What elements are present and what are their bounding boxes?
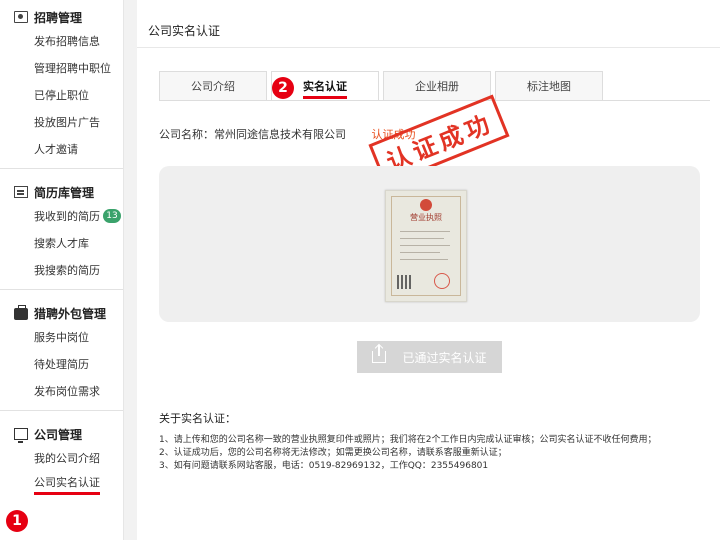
verified-button[interactable]: 已通过实名认证 bbox=[357, 341, 502, 373]
tab-company-intro[interactable]: 公司介绍 bbox=[159, 71, 267, 101]
license-text-line bbox=[400, 245, 450, 246]
monitor-icon bbox=[14, 428, 28, 443]
sidebar-section-resume: 简历库管理 我收到的简历 13 搜索人才库 我搜索的简历 bbox=[0, 169, 123, 290]
sidebar-item-manage-jobs[interactable]: 管理招聘中职位 bbox=[0, 54, 123, 81]
user-card-icon bbox=[14, 11, 28, 23]
tab-label: 实名认证 bbox=[303, 80, 347, 99]
sidebar-section-company: 公司管理 我的公司介绍 公司实名认证 bbox=[0, 411, 123, 504]
about-list: 1、请上传和您的公司名称一致的营业执照复印件或照片；我们将在2个工作日内完成认证… bbox=[159, 434, 656, 473]
license-text-line bbox=[400, 231, 450, 232]
sidebar-item-label: 发布招聘信息 bbox=[34, 34, 100, 48]
sidebar-item-label: 管理招聘中职位 bbox=[34, 61, 111, 75]
count-badge: 13 bbox=[103, 208, 121, 223]
sidebar-section-outsourcing: 猎聘外包管理 服务中岗位 待处理简历 发布岗位需求 bbox=[0, 290, 123, 411]
sidebar-item-pending-resumes[interactable]: 待处理简历 bbox=[0, 350, 123, 377]
tab-divider bbox=[159, 100, 710, 101]
upload-icon bbox=[372, 345, 387, 363]
sidebar-section-title: 公司管理 bbox=[0, 424, 123, 444]
sidebar-item-search-talent[interactable]: 搜索人才库 bbox=[0, 229, 123, 256]
sidebar-item-label: 我的公司介绍 bbox=[34, 451, 100, 465]
sidebar-item-label: 已停止职位 bbox=[34, 88, 89, 102]
sidebar-section-recruit: 招聘管理 发布招聘信息 管理招聘中职位 已停止职位 投放图片广告 人才邀请 bbox=[0, 0, 123, 169]
step-marker-2: 2 bbox=[272, 77, 294, 99]
tab-label: 公司介绍 bbox=[191, 80, 235, 93]
verified-button-label: 已通过实名认证 bbox=[402, 350, 487, 365]
main-panel: 公司实名认证 公司介绍 实名认证 企业相册 标注地图 2 公司名称：常州同途信息… bbox=[137, 0, 720, 540]
sidebar-item-image-ads[interactable]: 投放图片广告 bbox=[0, 108, 123, 135]
license-preview-area: 营业执照 bbox=[159, 166, 700, 322]
sidebar-item-company-intro[interactable]: 我的公司介绍 bbox=[0, 444, 123, 471]
about-line: 3、如有问题请联系网站客服，电话：0519-82969132，工作QQ：2355… bbox=[159, 461, 489, 471]
sidebar-item-stopped-jobs[interactable]: 已停止职位 bbox=[0, 81, 123, 108]
license-text-line bbox=[400, 259, 448, 260]
sidebar-section-title: 简历库管理 bbox=[0, 182, 123, 202]
about-title: 关于实名认证： bbox=[159, 412, 236, 425]
tab-label: 企业相册 bbox=[415, 80, 459, 93]
qr-code-icon bbox=[397, 275, 411, 289]
sidebar-item-received-resumes[interactable]: 我收到的简历 13 bbox=[0, 202, 123, 229]
tab-album[interactable]: 企业相册 bbox=[383, 71, 491, 101]
tab-label: 标注地图 bbox=[527, 80, 571, 93]
sidebar-item-post-demand[interactable]: 发布岗位需求 bbox=[0, 377, 123, 404]
sidebar-section-title: 招聘管理 bbox=[0, 7, 123, 27]
tab-bar: 公司介绍 实名认证 企业相册 标注地图 bbox=[159, 71, 607, 101]
briefcase-icon bbox=[14, 305, 28, 320]
page-title: 公司实名认证 bbox=[137, 0, 720, 48]
official-seal-icon bbox=[434, 273, 450, 289]
about-line: 1、请上传和您的公司名称一致的营业执照复印件或照片；我们将在2个工作日内完成认证… bbox=[159, 435, 657, 445]
sidebar-item-label: 待处理简历 bbox=[34, 357, 89, 371]
sidebar-item-label: 人才邀请 bbox=[34, 142, 78, 156]
sidebar-item-label: 我收到的简历 bbox=[34, 209, 100, 223]
sidebar: 招聘管理 发布招聘信息 管理招聘中职位 已停止职位 投放图片广告 人才邀请 简历… bbox=[0, 0, 124, 540]
sidebar-item-label: 搜索人才库 bbox=[34, 236, 89, 250]
license-text-line bbox=[400, 238, 444, 239]
sidebar-item-company-verification[interactable]: 公司实名认证 bbox=[0, 471, 123, 498]
document-icon bbox=[14, 186, 28, 198]
company-name: 公司名称：常州同途信息技术有限公司 bbox=[159, 128, 346, 141]
license-text-line bbox=[400, 252, 440, 253]
business-license-image: 营业执照 bbox=[385, 190, 467, 302]
sidebar-item-searched-resumes[interactable]: 我搜索的简历 bbox=[0, 256, 123, 283]
tab-map[interactable]: 标注地图 bbox=[495, 71, 603, 101]
license-title: 营业执照 bbox=[410, 213, 442, 222]
national-emblem-icon bbox=[420, 199, 432, 211]
sidebar-item-label: 服务中岗位 bbox=[34, 330, 89, 344]
sidebar-item-label: 公司实名认证 bbox=[34, 474, 100, 495]
sidebar-item-label: 发布岗位需求 bbox=[34, 384, 100, 398]
about-line: 2、认证成功后，您的公司名称将无法修改；如需更换公司名称，请联系客服重新认证； bbox=[159, 448, 507, 458]
sidebar-item-label: 我搜索的简历 bbox=[34, 263, 100, 277]
company-info-row: 公司名称：常州同途信息技术有限公司 认证成功 bbox=[159, 126, 416, 142]
step-marker-1: 1 bbox=[6, 510, 28, 532]
sidebar-item-label: 投放图片广告 bbox=[34, 115, 100, 129]
sidebar-item-active-positions[interactable]: 服务中岗位 bbox=[0, 323, 123, 350]
sidebar-item-talent-invite[interactable]: 人才邀请 bbox=[0, 135, 123, 162]
sidebar-section-title: 猎聘外包管理 bbox=[0, 303, 123, 323]
sidebar-item-post-job[interactable]: 发布招聘信息 bbox=[0, 27, 123, 54]
